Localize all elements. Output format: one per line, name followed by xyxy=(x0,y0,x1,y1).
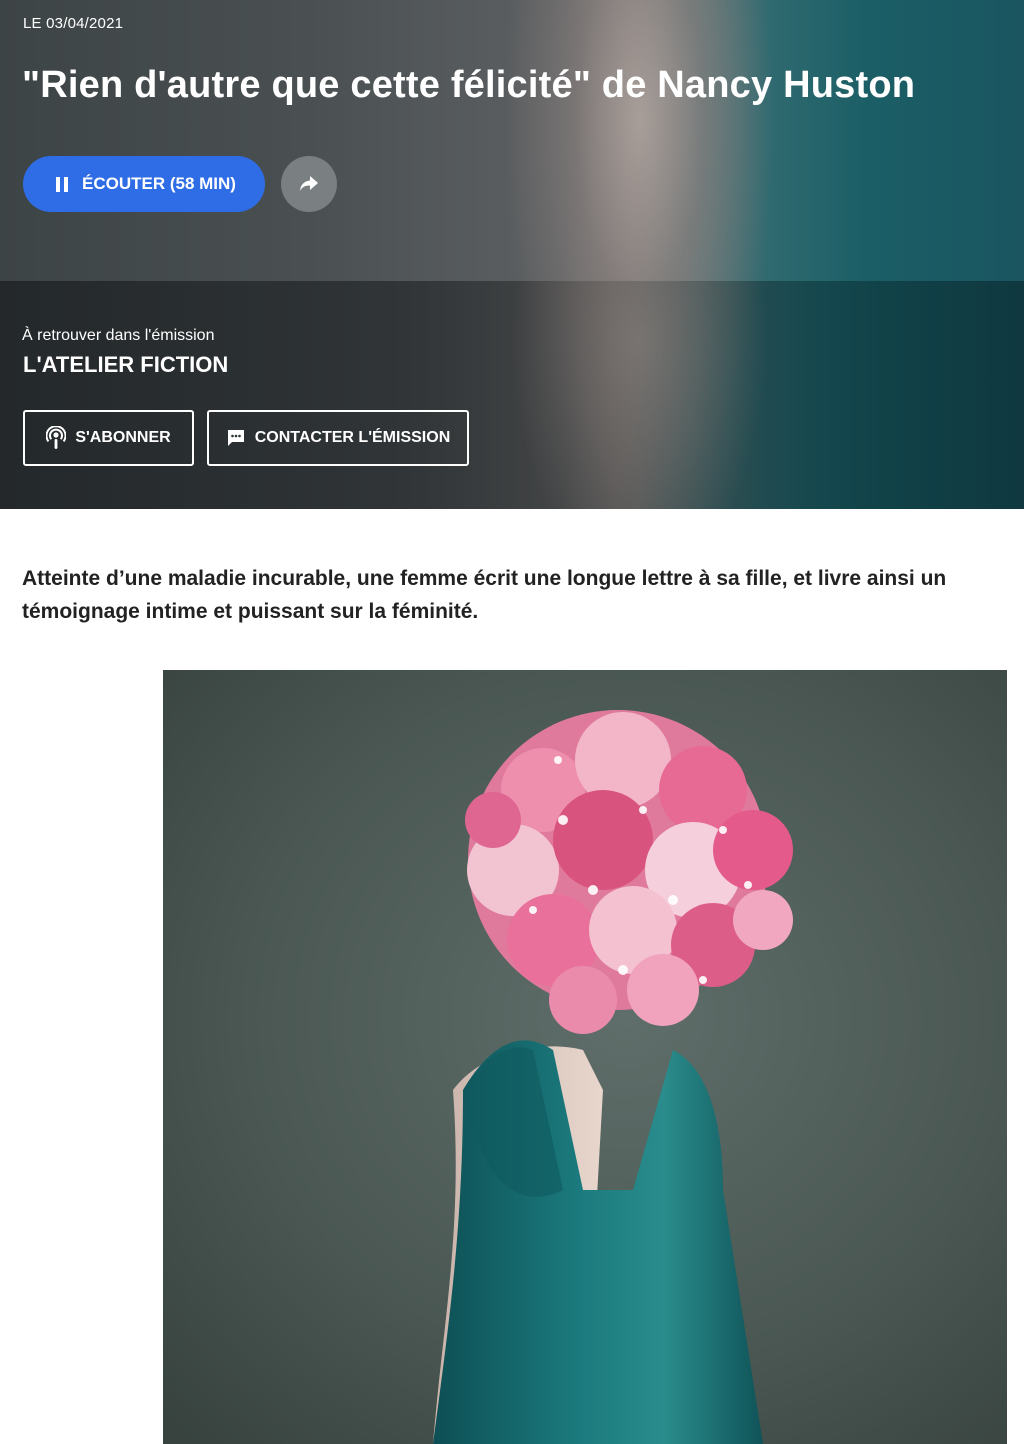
pause-icon xyxy=(56,176,68,192)
subscribe-button[interactable]: S'ABONNER xyxy=(23,410,194,466)
program-caption: À retrouver dans l'émission xyxy=(22,327,215,344)
episode-date: LE 03/04/2021 xyxy=(23,15,124,32)
program-name[interactable]: L'ATELIER FICTION xyxy=(23,352,228,378)
listen-button-label: ÉCOUTER (58 MIN) xyxy=(82,174,236,193)
podcast-icon xyxy=(46,426,67,449)
contact-button[interactable]: CONTACTER L'ÉMISSION xyxy=(207,410,469,466)
listen-button[interactable]: ÉCOUTER (58 MIN) xyxy=(23,156,265,212)
episode-title: "Rien d'autre que cette félicité" de Nan… xyxy=(22,64,916,106)
program-section xyxy=(0,281,1024,509)
episode-header: LE 03/04/2021 "Rien d'autre que cette fé… xyxy=(0,0,1024,509)
share-arrow-icon xyxy=(300,176,318,191)
episode-illustration xyxy=(163,670,1007,1444)
episode-summary: Atteinte d’une maladie incurable, une fe… xyxy=(22,567,947,623)
subscribe-button-label: S'ABONNER xyxy=(75,429,171,446)
share-button[interactable] xyxy=(281,156,337,212)
message-icon xyxy=(227,430,244,446)
contact-button-label: CONTACTER L'ÉMISSION xyxy=(254,429,451,446)
